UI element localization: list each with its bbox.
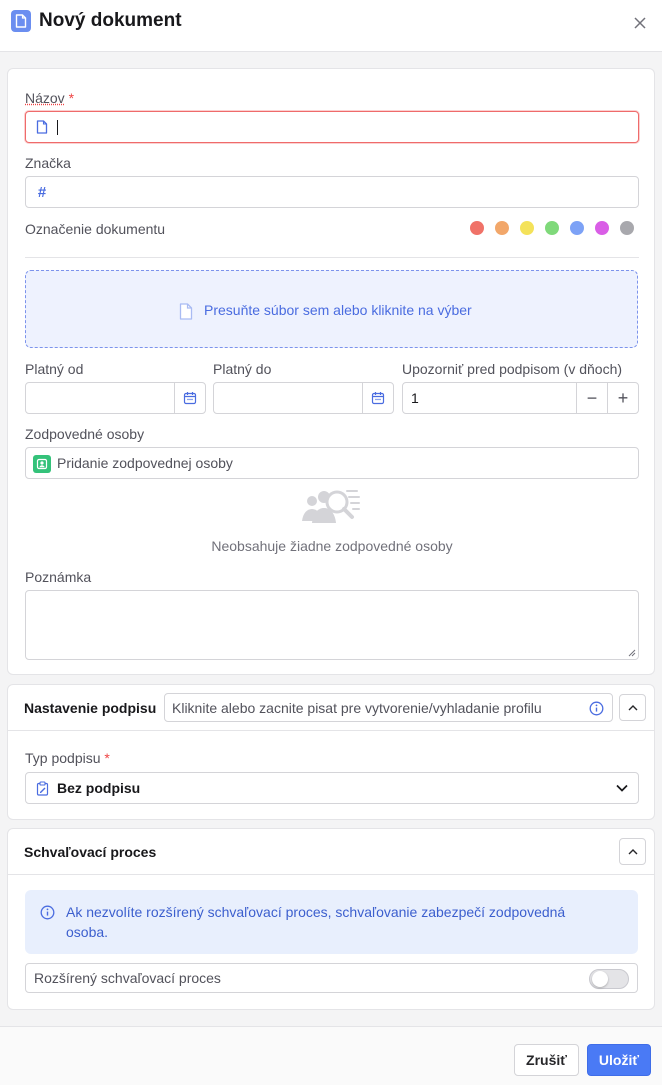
dropzone-text: Presuňte súbor sem alebo kliknite na výb… bbox=[204, 302, 472, 318]
chevron-down-icon bbox=[616, 784, 628, 792]
responsible-label: Zodpovedné osoby bbox=[25, 426, 145, 442]
document-icon bbox=[35, 120, 49, 134]
chevron-up-icon bbox=[628, 704, 637, 710]
info-icon[interactable] bbox=[588, 700, 604, 716]
name-field[interactable] bbox=[25, 111, 639, 143]
divider bbox=[8, 730, 654, 731]
contact-card-icon bbox=[33, 455, 51, 473]
divider bbox=[8, 874, 654, 875]
extended-approval-label: Rozšírený schvaľovací proces bbox=[34, 970, 221, 986]
resize-handle-icon[interactable] bbox=[628, 649, 636, 657]
dialog-footer: Zrušiť Uložiť bbox=[0, 1026, 662, 1085]
file-icon bbox=[178, 302, 194, 320]
decrement-button[interactable]: − bbox=[576, 383, 607, 413]
signature-type-label: Typ podpisu * bbox=[25, 750, 110, 766]
collapse-signature-button[interactable] bbox=[619, 694, 646, 721]
calendar-icon[interactable] bbox=[362, 383, 393, 413]
toggle-knob bbox=[592, 971, 608, 987]
save-button[interactable]: Uložiť bbox=[587, 1044, 651, 1076]
people-search-icon bbox=[300, 481, 364, 533]
dialog-title: Nový dokument bbox=[39, 10, 182, 31]
extended-approval-toggle[interactable] bbox=[589, 969, 629, 989]
hash-icon: # bbox=[37, 183, 47, 201]
info-icon bbox=[39, 904, 55, 920]
divider bbox=[25, 257, 639, 258]
signature-profile-input[interactable]: Kliknite alebo zacnite pisat pre vytvore… bbox=[164, 693, 613, 722]
approval-process-card: Schvaľovací proces Ak nezvolíte rozšíren… bbox=[7, 828, 655, 1010]
notify-days-stepper[interactable]: 1 − + bbox=[402, 382, 639, 414]
file-dropzone[interactable]: Presuňte súbor sem alebo kliknite na výb… bbox=[25, 270, 638, 348]
empty-responsible-text: Neobsahuje žiadne zodpovedné osoby bbox=[211, 538, 453, 554]
valid-from-label: Platný od bbox=[25, 361, 84, 377]
signature-settings-card: Nastavenie podpisu Kliknite alebo zacnit… bbox=[7, 684, 655, 820]
document-icon bbox=[11, 10, 31, 32]
valid-to-label: Platný do bbox=[213, 361, 272, 377]
color-option-blue[interactable] bbox=[570, 221, 584, 235]
note-textarea[interactable] bbox=[25, 590, 639, 660]
signature-section-title: Nastavenie podpisu bbox=[24, 700, 157, 716]
valid-to-field[interactable] bbox=[213, 382, 394, 414]
document-details-card: Názov * Značka # Označenie dokumentu Pre… bbox=[7, 68, 655, 675]
note-label: Poznámka bbox=[25, 569, 92, 585]
color-option-red[interactable] bbox=[470, 221, 484, 235]
color-option-yellow[interactable] bbox=[520, 221, 534, 235]
name-label: Názov * bbox=[25, 90, 75, 106]
responsible-placeholder: Pridanie zodpovednej osoby bbox=[57, 455, 233, 471]
approval-info-box: Ak nezvolíte rozšírený schvaľovací proce… bbox=[25, 890, 638, 954]
color-option-gray[interactable] bbox=[620, 221, 634, 235]
increment-button[interactable]: + bbox=[607, 383, 638, 413]
notify-label: Upozorniť pred podpisom (v dňoch) bbox=[402, 361, 623, 377]
collapse-approval-button[interactable] bbox=[619, 838, 646, 865]
color-option-orange[interactable] bbox=[495, 221, 509, 235]
mark-label: Značka bbox=[25, 155, 71, 171]
color-option-purple[interactable] bbox=[595, 221, 609, 235]
extended-approval-row[interactable]: Rozšírený schvaľovací proces bbox=[25, 963, 638, 993]
responsible-input[interactable]: Pridanie zodpovednej osoby bbox=[25, 447, 639, 479]
color-option-green[interactable] bbox=[545, 221, 559, 235]
text-cursor bbox=[57, 120, 58, 135]
dialog-header: Nový dokument bbox=[0, 0, 662, 52]
approval-info-text: Ak nezvolíte rozšírený schvaľovací proce… bbox=[66, 904, 566, 940]
color-tag-label: Označenie dokumentu bbox=[25, 221, 166, 237]
approval-section-title: Schvaľovací proces bbox=[24, 844, 157, 860]
profile-placeholder: Kliknite alebo zacnite pisat pre vytvore… bbox=[172, 700, 542, 716]
close-icon[interactable] bbox=[631, 14, 649, 32]
signature-type-value: Bez podpisu bbox=[57, 780, 141, 796]
cancel-button[interactable]: Zrušiť bbox=[514, 1044, 579, 1076]
calendar-icon[interactable] bbox=[174, 383, 205, 413]
chevron-up-icon bbox=[628, 848, 637, 854]
valid-from-field[interactable] bbox=[25, 382, 206, 414]
notify-days-value: 1 bbox=[411, 390, 419, 406]
mark-field[interactable]: # bbox=[25, 176, 639, 208]
signature-type-select[interactable]: Bez podpisu bbox=[25, 772, 639, 804]
clipboard-signature-icon bbox=[35, 781, 49, 796]
